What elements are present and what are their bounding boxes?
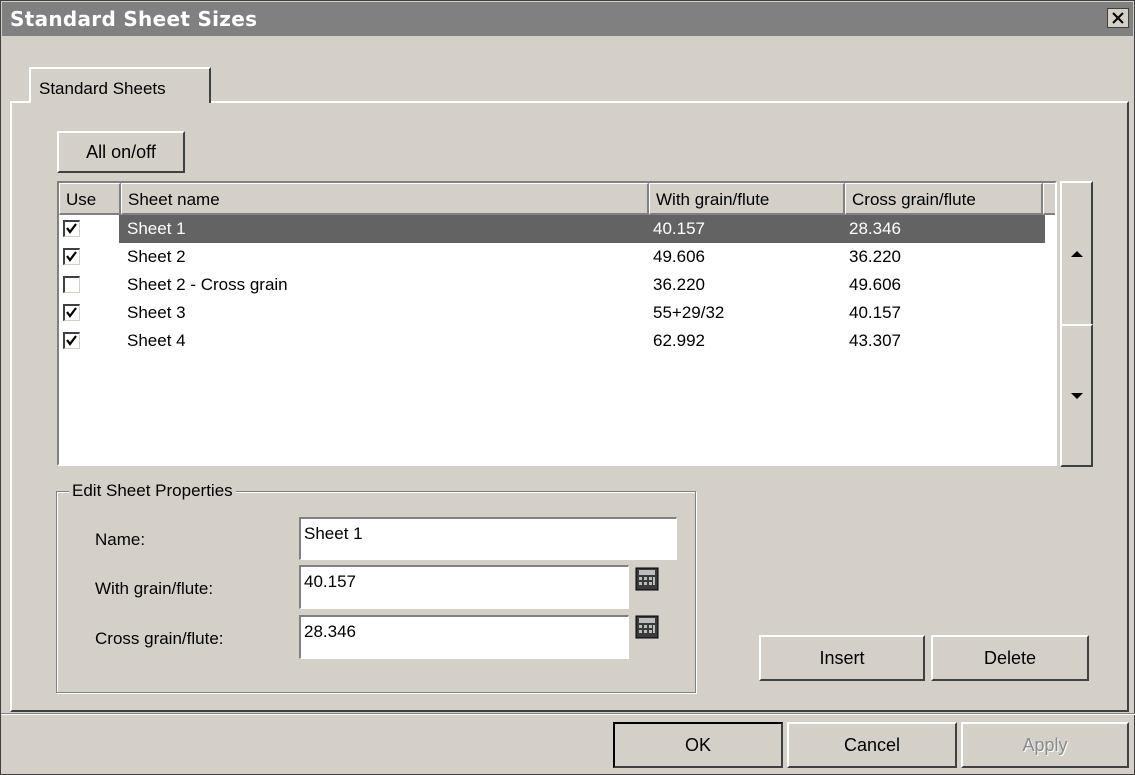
apply-label: Apply <box>1022 734 1068 755</box>
delete-label: Delete <box>983 647 1037 668</box>
all-on-off-button[interactable]: All on/off <box>57 131 185 173</box>
with-grain-cell: 55+29/32 <box>653 303 725 322</box>
column-header-filler <box>1043 183 1055 215</box>
all-on-off-label: All on/off <box>86 141 156 162</box>
table-row[interactable]: Sheet 4 62.992 43.307 <box>59 327 1055 355</box>
use-checkbox[interactable] <box>63 220 80 237</box>
column-header-label: Cross grain/flute <box>852 190 976 209</box>
insert-label: Insert <box>819 647 865 668</box>
group-legend: Edit Sheet Properties <box>69 481 236 501</box>
table-row[interactable]: Sheet 2 49.606 36.220 <box>59 243 1055 271</box>
cross-grain-cell: 36.220 <box>849 247 901 266</box>
tab-label: Standard Sheets <box>39 79 166 98</box>
name-label: Name: <box>95 530 146 549</box>
selection-highlight <box>119 215 1045 243</box>
column-header-label: Sheet name <box>128 190 220 209</box>
use-checkbox[interactable] <box>63 248 80 265</box>
dialog-window: Standard Sheet Sizes Standard Sheets All… <box>0 0 1135 775</box>
with-grain-cell: 49.606 <box>653 247 705 266</box>
name-field-value: Sheet 1 <box>304 524 363 543</box>
calculator-icon[interactable] <box>635 567 659 591</box>
cross-grain-cell: 43.307 <box>849 331 901 350</box>
sheet-name-cell: Sheet 4 <box>127 331 186 350</box>
use-checkbox[interactable] <box>63 304 80 321</box>
delete-button[interactable]: Delete <box>931 635 1089 681</box>
checkmark-icon <box>66 251 77 262</box>
window-title: Standard Sheet Sizes <box>10 7 258 31</box>
with-grain-field-value: 40.157 <box>304 572 356 591</box>
footer-divider <box>1 713 1135 715</box>
sheet-name-cell: Sheet 3 <box>127 303 186 322</box>
table-row[interactable]: Sheet 2 - Cross grain 36.220 49.606 <box>59 271 1055 299</box>
column-header-label: With grain/flute <box>656 190 770 209</box>
cross-grain-label: Cross grain/flute: <box>95 629 224 648</box>
apply-button[interactable]: Apply <box>961 722 1129 768</box>
cancel-button[interactable]: Cancel <box>787 722 957 768</box>
column-header-with-grain[interactable]: With grain/flute <box>649 183 845 215</box>
column-header-cross-grain[interactable]: Cross grain/flute <box>845 183 1043 215</box>
table-row[interactable]: Sheet 1 40.157 28.346 <box>59 215 1055 243</box>
arrow-up-icon <box>1070 250 1083 257</box>
column-header-sheet-name[interactable]: Sheet name <box>121 183 649 215</box>
name-field[interactable]: Sheet 1 <box>299 517 677 560</box>
with-grain-cell: 36.220 <box>653 275 705 294</box>
with-grain-label: With grain/flute: <box>95 579 214 598</box>
move-up-button[interactable] <box>1060 181 1093 326</box>
with-grain-field[interactable]: 40.157 <box>299 565 629 609</box>
cancel-label: Cancel <box>843 734 901 755</box>
checkmark-icon <box>66 307 77 318</box>
cross-grain-cell: 49.606 <box>849 275 901 294</box>
table-row[interactable]: Sheet 3 55+29/32 40.157 <box>59 299 1055 327</box>
sheet-name-cell: Sheet 2 - Cross grain <box>127 275 288 294</box>
close-icon <box>1112 12 1124 24</box>
with-grain-cell: 40.157 <box>653 219 705 238</box>
ok-label: OK <box>684 734 711 755</box>
calculator-icon[interactable] <box>635 615 659 639</box>
close-button[interactable] <box>1107 8 1129 28</box>
cross-grain-cell: 28.346 <box>849 219 901 238</box>
sheet-name-cell: Sheet 2 <box>127 247 186 266</box>
title-bar[interactable]: Standard Sheet Sizes <box>2 2 1133 36</box>
sheet-name-cell: Sheet 1 <box>127 219 186 238</box>
use-checkbox[interactable] <box>63 332 80 349</box>
cross-grain-cell: 40.157 <box>849 303 901 322</box>
move-down-button[interactable] <box>1060 324 1093 467</box>
list-header: Use Sheet name With grain/flute Cross gr… <box>59 183 1055 215</box>
checkmark-icon <box>66 223 77 234</box>
use-checkbox[interactable] <box>63 276 80 293</box>
ok-button[interactable]: OK <box>613 722 783 768</box>
tab-standard-sheets[interactable]: Standard Sheets <box>29 67 211 103</box>
with-grain-cell: 62.992 <box>653 331 705 350</box>
column-header-label: Use <box>66 190 97 209</box>
arrow-down-icon <box>1070 392 1083 399</box>
checkmark-icon <box>66 335 77 346</box>
insert-button[interactable]: Insert <box>759 635 925 681</box>
cross-grain-field[interactable]: 28.346 <box>299 615 629 659</box>
sheet-list[interactable]: Use Sheet name With grain/flute Cross gr… <box>57 181 1057 466</box>
cross-grain-field-value: 28.346 <box>304 622 356 641</box>
column-header-use[interactable]: Use <box>59 183 121 215</box>
